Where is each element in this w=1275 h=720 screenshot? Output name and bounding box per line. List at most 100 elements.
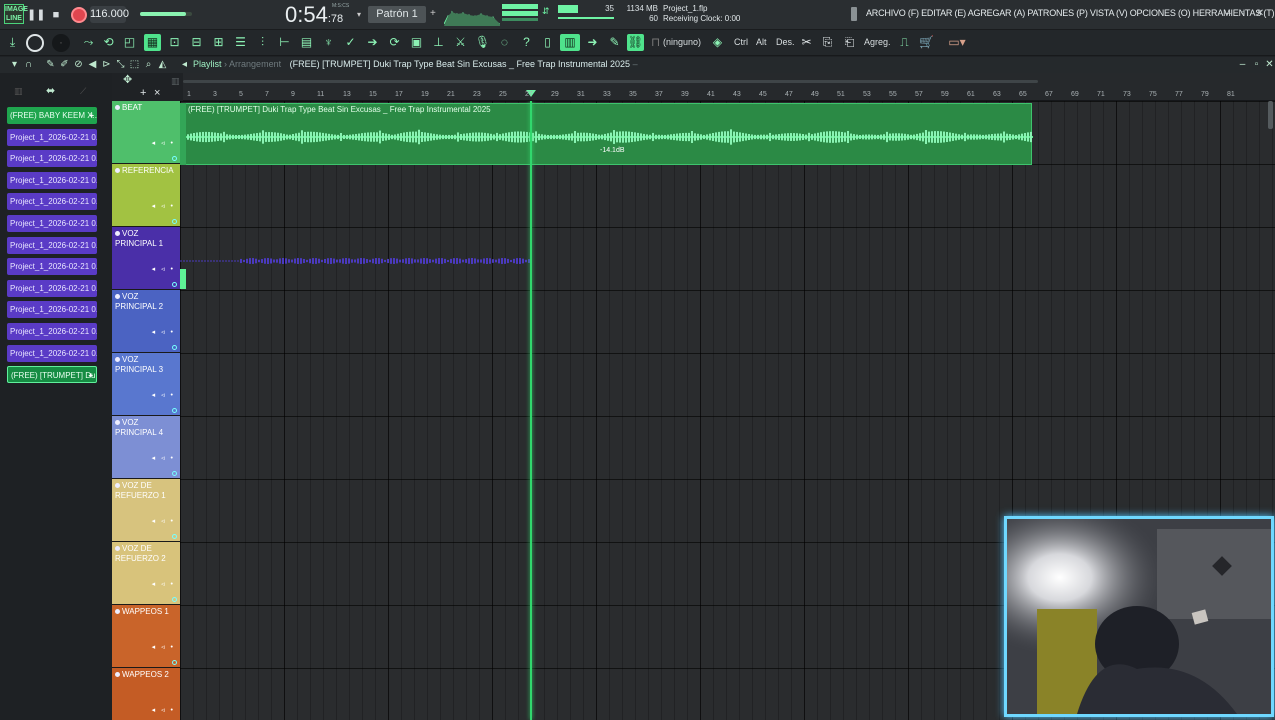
playlist-maximize-icon[interactable]: ▫ — [1250, 58, 1263, 72]
channel-rack-icon[interactable]: ⊢ — [276, 34, 293, 51]
color-picker-icon[interactable]: ▭▾ — [944, 34, 970, 51]
picker-clip[interactable]: Project_1_2026-02-21 0... — [7, 215, 97, 232]
loop-record-icon[interactable]: ⟲ — [100, 34, 117, 51]
picker-clip[interactable]: Project_1_2026-02-21 0... — [7, 301, 97, 319]
help-icon[interactable]: ? — [518, 34, 535, 51]
plugin-picker-icon[interactable]: ♆ — [320, 34, 337, 51]
track-enable-icon[interactable] — [115, 231, 120, 236]
step-edit-icon[interactable]: ◰ — [121, 34, 138, 51]
track-header[interactable]: VOZ DE REFUERZO 2 ◂ ◃ • — [112, 542, 180, 605]
ruler-add-icon[interactable]: + — [140, 87, 146, 99]
slice-tool-icon[interactable]: ⤡ — [114, 58, 127, 72]
minimize-icon[interactable]: – — [1222, 8, 1234, 20]
track-enable-icon[interactable] — [115, 483, 120, 488]
close-icon[interactable]: ✕ — [1254, 8, 1266, 20]
midi-device-label[interactable]: (ninguno) — [663, 37, 701, 47]
track-led-icon[interactable] — [172, 282, 177, 287]
beat-clip-handle[interactable] — [180, 103, 186, 165]
track-header[interactable]: WAPPEOS 2 ◂ ◃ • — [112, 668, 180, 720]
paint-tool-icon[interactable]: ✐ — [58, 58, 71, 72]
mixer-icon[interactable]: ⫶ — [254, 34, 271, 51]
track-led-icon[interactable] — [172, 219, 177, 224]
horizontal-scrollbar[interactable] — [183, 80, 1038, 83]
timeline-ruler[interactable]: ✥ + × ▥ 1 3 5 7 9 11 13 15 17 19 21 23 25 27 29 31 33 35 3… — [123, 73, 1275, 101]
chat-icon[interactable]: ◌ — [496, 34, 513, 51]
picker-clip[interactable]: Project_1_2026-02-21 0... — [7, 128, 97, 146]
track-led-icon[interactable] — [172, 156, 177, 161]
ctrl-button[interactable]: Ctrl — [734, 37, 748, 47]
fl-logo[interactable]: IMAGE LINE — [4, 4, 28, 24]
cut-tool-icon[interactable]: ⚔ — [452, 34, 469, 51]
zoom-tool-icon[interactable]: ⌕ — [142, 58, 155, 72]
copy-icon[interactable]: ⎘ — [819, 34, 836, 51]
track-led-icon[interactable] — [172, 471, 177, 476]
track-controls-icon[interactable]: ◂ ◃ • — [152, 328, 175, 336]
picker-clip[interactable]: Project_1_2026-02-21 0... — [7, 323, 97, 340]
tablet-icon[interactable]: ▯ — [539, 34, 556, 51]
track-enable-icon[interactable] — [115, 609, 120, 614]
playhead[interactable] — [530, 101, 532, 720]
options-arrow-icon[interactable]: ▾ — [8, 58, 21, 72]
track-controls-icon[interactable]: ◂ ◃ • — [152, 202, 175, 210]
pattern-selector[interactable]: Patrón 1 — [368, 6, 426, 23]
track-led-icon[interactable] — [172, 345, 177, 350]
track-controls-icon[interactable]: ◂ ◃ • — [152, 139, 175, 147]
picker-clip[interactable]: Project_1_2026-02-21 0... — [7, 236, 97, 254]
track-controls-icon[interactable]: ◂ ◃ • — [152, 706, 175, 714]
track-header[interactable]: VOZ PRINCIPAL 4 ◂ ◃ • — [112, 416, 180, 479]
piano-roll-icon[interactable]: ▤ — [298, 34, 315, 51]
picker-clip[interactable]: Project_1_2026-02-21 0... — [7, 150, 97, 168]
picker-list-icon[interactable]: ▥ — [14, 86, 23, 97]
ruler-remove-icon[interactable]: × — [154, 87, 160, 99]
track-header[interactable]: BEAT ◂ ◃ • — [112, 101, 180, 164]
track-controls-icon[interactable]: ◂ ◃ • — [152, 643, 175, 651]
picker-pen-icon[interactable]: ⟋ — [80, 86, 86, 97]
playlist-minimize-icon[interactable]: – — [1236, 58, 1249, 72]
master-volume-knob[interactable]: · — [52, 34, 70, 52]
pause-icon[interactable]: ❚❚ — [27, 6, 45, 24]
add-button[interactable]: Agreg. — [864, 37, 891, 47]
audio-clip-beat[interactable]: (FREE) [TRUMPET] Duki Trap Type Beat Sin… — [183, 103, 1033, 165]
tempo-display[interactable]: 116.000 — [90, 6, 129, 23]
slip-tool-icon[interactable]: ⊳ — [100, 58, 113, 72]
track-enable-icon[interactable] — [115, 168, 120, 173]
track-header[interactable]: VOZ PRINCIPAL 1 ◂ ◃ • — [112, 227, 180, 290]
download-icon[interactable]: ⤓ — [4, 34, 21, 51]
track-led-icon[interactable] — [172, 660, 177, 665]
picker-clip[interactable]: Project_1_2026-02-21 0... — [7, 258, 97, 276]
main-menu[interactable]: ARCHIVO (F) EDITAR (E) AGREGAR (A) PATRO… — [866, 8, 1275, 18]
picker-clip[interactable]: Project_1_2026-02-21 0... — [7, 171, 97, 189]
undo-icon[interactable]: ⟳ — [386, 34, 403, 51]
picker-clip[interactable]: (FREE) [TRUMPET] Du... + — [7, 366, 97, 384]
paste-icon[interactable]: ⎗ — [841, 34, 858, 51]
playlist-close-icon[interactable]: ✕ — [1263, 58, 1275, 72]
microphone-icon[interactable]: 🎙 — [474, 34, 491, 51]
delete-tool-icon[interactable]: ⊘ — [72, 58, 85, 72]
countdown-icon[interactable]: ⊡ — [166, 34, 183, 51]
blend-notes-icon[interactable]: ⊟ — [188, 34, 205, 51]
deselect-button[interactable]: Des. — [776, 37, 795, 47]
track-enable-icon[interactable] — [115, 105, 120, 110]
track-enable-icon[interactable] — [115, 420, 120, 425]
track-header[interactable]: VOZ DE REFUERZO 1 ◂ ◃ • — [112, 479, 180, 542]
playlist-song-name[interactable]: (FREE) [TRUMPET] Duki Trap Type Beat Sin… — [290, 59, 630, 69]
track-header[interactable]: VOZ PRINCIPAL 2 ◂ ◃ • — [112, 290, 180, 353]
render-icon[interactable]: ⊥ — [430, 34, 447, 51]
playlist-view-mode[interactable]: Arrangement — [229, 59, 281, 69]
track-controls-icon[interactable]: ◂ ◃ • — [152, 454, 175, 462]
track-header[interactable]: WAPPEOS 1 ◂ ◃ • — [112, 605, 180, 668]
track-led-icon[interactable] — [172, 597, 177, 602]
record-button[interactable] — [71, 7, 87, 23]
master-pitch-knob[interactable] — [26, 34, 44, 52]
vertical-scrollbar[interactable] — [1268, 101, 1273, 129]
playlist-menu-arrow-icon[interactable]: ◂ — [178, 58, 191, 72]
tuning-fork-icon[interactable]: ⎍ — [896, 34, 913, 51]
track-led-icon[interactable] — [172, 408, 177, 413]
keyboard-icon[interactable]: ◈ — [709, 34, 726, 51]
magnet-icon[interactable]: ∩ — [22, 58, 35, 72]
audio-editor-icon[interactable]: ▥ — [560, 34, 580, 51]
track-controls-icon[interactable]: ◂ ◃ • — [152, 265, 175, 273]
mute-tool-icon[interactable]: ◀ — [86, 58, 99, 72]
next-arrow-icon[interactable]: ➜ — [584, 34, 601, 51]
cut-icon[interactable]: ✂ — [798, 34, 815, 51]
